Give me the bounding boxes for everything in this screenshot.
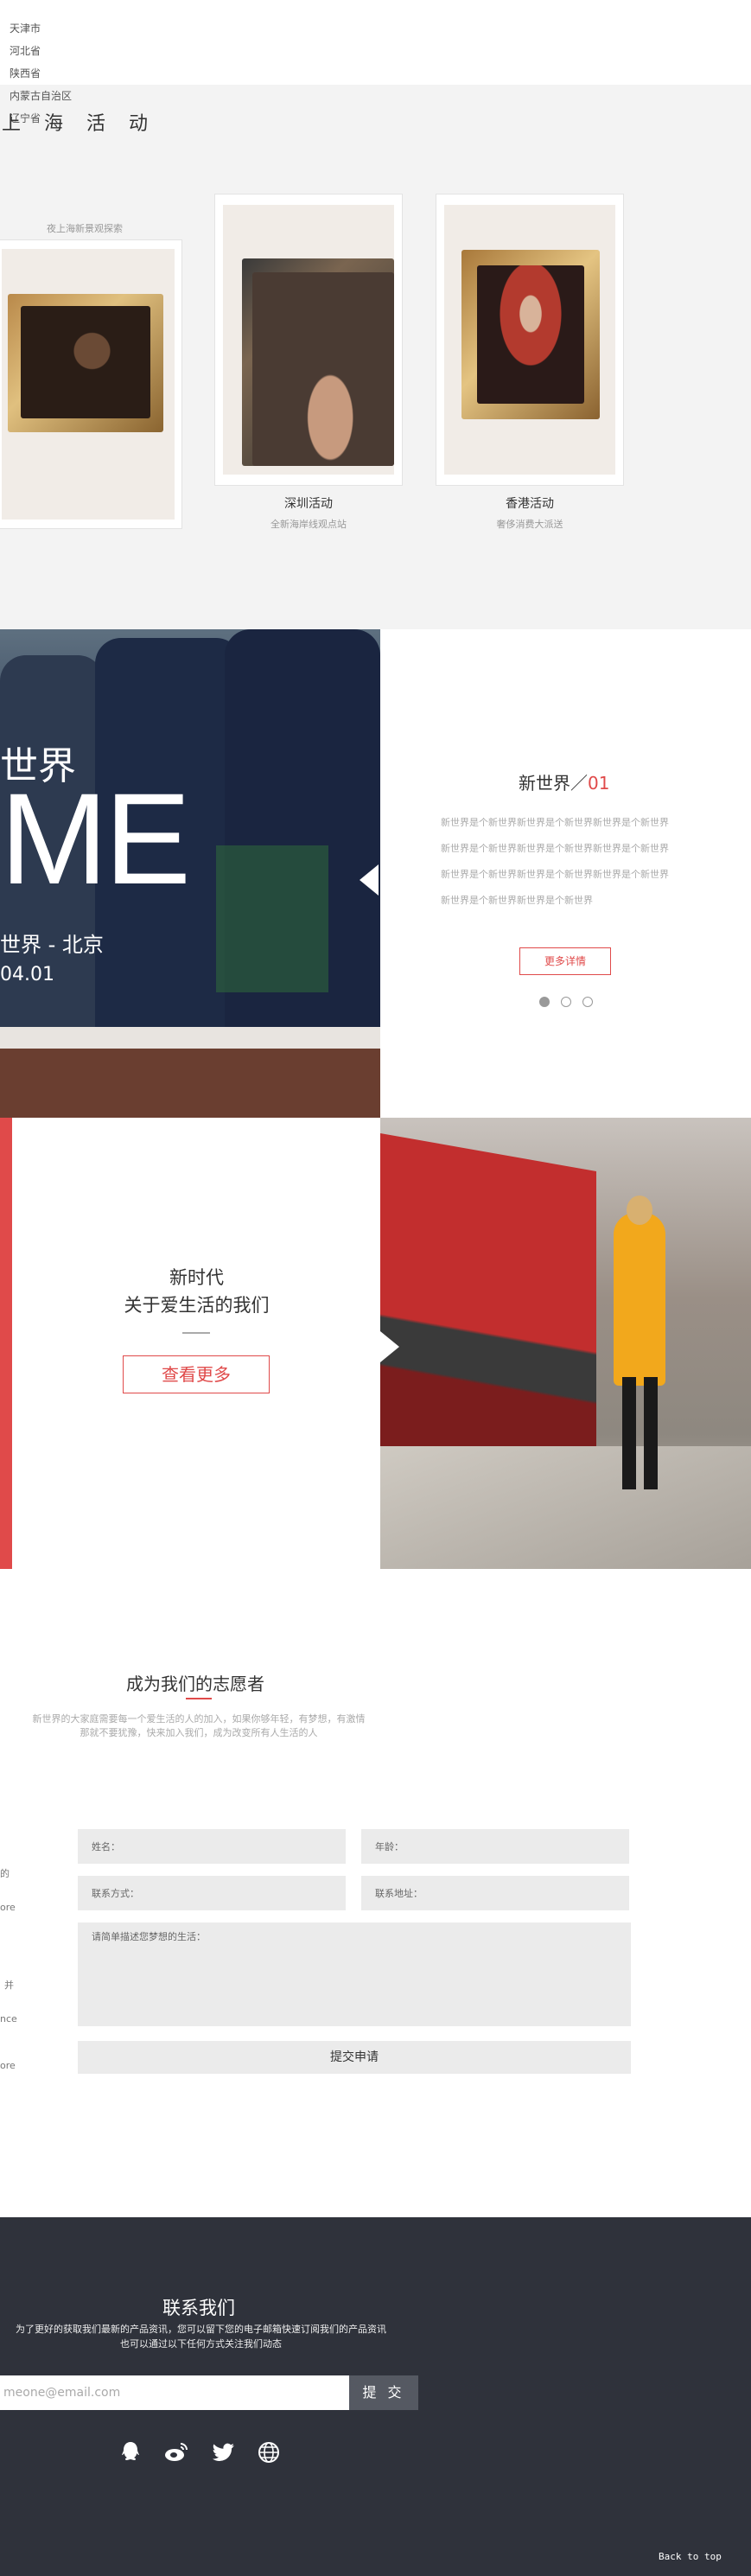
shanghai-title: 上海活动 xyxy=(2,113,172,135)
address-field[interactable]: 联系地址： xyxy=(361,1876,629,1910)
carousel-dot-active[interactable] xyxy=(539,997,550,1007)
new-world-text-line: 新世界是个新世界新世界是个新世界新世界是个新世界 xyxy=(441,843,669,854)
volunteer-desc: 新世界的大家庭需要每一个爱生活的人的加入，如果你够年轻，有梦想，有激情 xyxy=(32,1713,366,1725)
shanghai-card[interactable] xyxy=(0,239,182,529)
region-item[interactable]: 内蒙古自治区 xyxy=(10,88,72,103)
photo-big-text: ME xyxy=(0,766,191,911)
age-field[interactable]: 年龄： xyxy=(361,1829,629,1864)
contact-desc: 为了更好的获取我们最新的产品资讯，您可以留下您的电子邮箱快速订阅我们的产品资讯 xyxy=(16,2324,386,2335)
more-details-button[interactable]: 更多详情 xyxy=(519,947,611,975)
name-field[interactable]: 姓名： xyxy=(78,1829,346,1864)
side-text: 的 xyxy=(0,1868,10,1879)
contact-title: 联系我们 xyxy=(162,2298,235,2318)
twitter-icon[interactable] xyxy=(211,2439,237,2465)
email-submit-button[interactable]: 提 交 xyxy=(349,2375,418,2410)
side-text: nce xyxy=(0,2013,17,2024)
contact-desc: 也可以通过以下任何方式关注我们动态 xyxy=(120,2338,282,2350)
hongkong-card[interactable] xyxy=(436,194,624,486)
divider xyxy=(182,1332,210,1334)
new-era-title-line1: 新时代 xyxy=(169,1267,224,1288)
accent-bar xyxy=(0,1118,12,1569)
new-era-title: 新时代 关于爱生活的我们 xyxy=(121,1264,272,1319)
region-list: 天津市 河北省 陕西省 xyxy=(0,0,751,85)
new-world-title-text: 新世界／ xyxy=(519,773,588,794)
notch-arrow xyxy=(380,1331,399,1362)
region-item[interactable]: 河北省 xyxy=(10,43,41,58)
email-input[interactable]: meone@email.com xyxy=(0,2375,349,2410)
volunteer-title: 成为我们的志愿者 xyxy=(126,1674,264,1694)
carousel-dot[interactable] xyxy=(561,997,571,1007)
shenzhen-card[interactable] xyxy=(214,194,403,486)
card-subtitle: 全新海岸线观点站 xyxy=(270,519,347,530)
globe-icon[interactable] xyxy=(256,2439,282,2465)
back-to-top-link[interactable]: Back to top xyxy=(659,2551,722,2562)
painting-canvas xyxy=(477,265,584,404)
new-world-text-line: 新世界是个新世界新世界是个新世界新世界是个新世界 xyxy=(441,869,669,880)
photo-place: 世界 - 北京 xyxy=(0,933,104,957)
train-platform-photo xyxy=(380,1118,751,1569)
weibo-icon[interactable] xyxy=(163,2439,189,2465)
new-world-text-line: 新世界是个新世界新世界是个新世界 xyxy=(441,895,593,906)
side-text: 并 xyxy=(4,1980,14,1991)
card-subtitle: 奢侈消费大派送 xyxy=(496,519,563,530)
carousel-dot[interactable] xyxy=(582,997,593,1007)
card-title: 深圳活动 xyxy=(284,497,333,511)
photo-date: 04.01 xyxy=(0,964,54,985)
new-era-title-line2: 关于爱生活的我们 xyxy=(124,1295,270,1316)
contact-field[interactable]: 联系方式： xyxy=(78,1876,346,1910)
dream-textarea[interactable]: 请简单描述您梦想的生活： xyxy=(78,1922,631,2026)
submit-application-button[interactable]: 提交申请 xyxy=(78,2041,631,2074)
region-item[interactable]: 天津市 xyxy=(10,21,41,35)
side-text: ore xyxy=(0,2060,16,2071)
shanghai-subtitle: 夜上海新景观探索 xyxy=(47,223,123,234)
painting-canvas xyxy=(252,272,394,466)
portrait-image xyxy=(223,205,394,475)
region-item[interactable]: 陕西省 xyxy=(10,66,41,80)
see-more-button[interactable]: 查看更多 xyxy=(123,1355,270,1393)
card-title: 香港活动 xyxy=(506,497,554,511)
volunteer-desc: 那就不要犹豫，快来加入我们，成为改变所有人生活的人 xyxy=(80,1727,318,1738)
new-era-panel xyxy=(0,1118,380,1569)
new-world-text-line: 新世界是个新世界新世界是个新世界新世界是个新世界 xyxy=(441,817,669,828)
divider xyxy=(186,1698,212,1699)
portrait-image xyxy=(444,205,615,475)
new-world-title-number: 01 xyxy=(588,773,610,794)
new-world-title: 新世界／01 xyxy=(519,769,609,794)
portrait-image xyxy=(2,249,175,520)
side-text: ore xyxy=(0,1902,16,1913)
notch-arrow xyxy=(360,864,379,896)
qq-icon[interactable] xyxy=(118,2439,143,2465)
painting-canvas xyxy=(21,306,150,418)
